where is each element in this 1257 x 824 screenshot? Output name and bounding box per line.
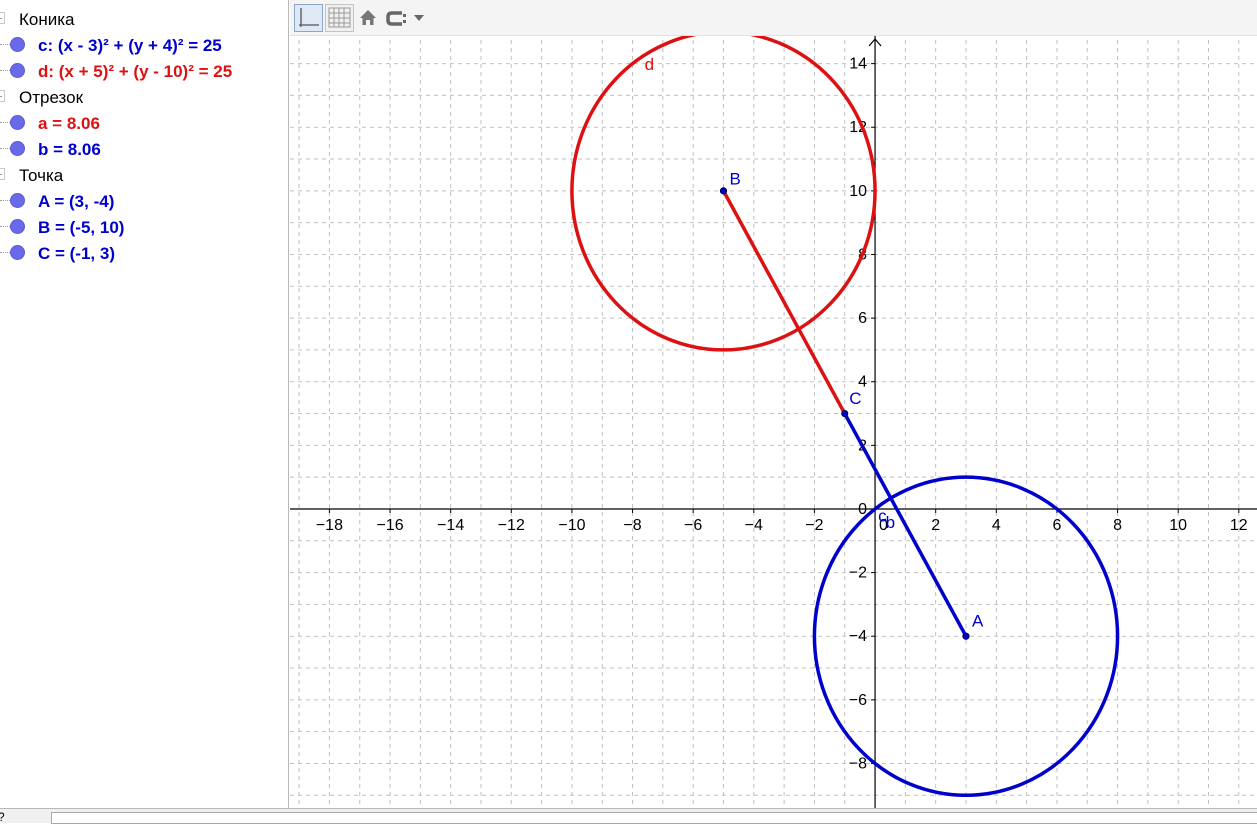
grid-toggle-button[interactable] <box>325 4 354 32</box>
x-tick-label: −2 <box>805 517 823 534</box>
algebra-item-text: A = (3, -4) <box>38 192 115 211</box>
algebra-item[interactable]: A = (3, -4) <box>0 188 285 214</box>
point-label-B: B <box>730 170 741 189</box>
y-tick-label: −8 <box>849 755 867 772</box>
x-tick-label: −8 <box>623 517 641 534</box>
algebra-group-label: Точка <box>19 166 64 185</box>
algebra-item[interactable]: C = (-1, 3) <box>0 240 285 266</box>
x-tick-label: −18 <box>316 517 343 534</box>
algebra-group-header[interactable]: Коника <box>0 6 285 32</box>
chevron-down-icon <box>414 15 424 21</box>
input-field[interactable] <box>51 812 1257 824</box>
y-tick-label: −2 <box>849 565 867 582</box>
tree-connector <box>0 226 10 227</box>
visibility-toggle-icon[interactable] <box>10 115 25 130</box>
algebra-group-label: Отрезок <box>19 88 84 107</box>
algebra-group-label: Коника <box>19 10 75 29</box>
point-C[interactable] <box>841 409 849 418</box>
x-tick-label: −16 <box>376 517 403 534</box>
tree-connector <box>0 122 10 123</box>
input-bar: ? <box>0 808 1257 824</box>
collapse-toggle-icon[interactable] <box>0 12 5 24</box>
visibility-toggle-icon[interactable] <box>10 193 25 208</box>
graphics-view[interactable]: −18 −16 −14 −12 −10 −8 −6 −4 −2 0 2 4 6 8 10 12 −8 −6 −4 −2… <box>290 0 1257 808</box>
visibility-toggle-icon[interactable] <box>10 141 25 156</box>
x-tick-label: −10 <box>558 517 585 534</box>
object-label: c <box>878 507 887 526</box>
algebra-item[interactable]: a = 8.06 <box>0 110 285 136</box>
y-tick-label: −6 <box>849 692 867 709</box>
collapse-toggle-icon[interactable] <box>0 90 5 102</box>
x-tick-label: −6 <box>684 517 702 534</box>
tree-connector <box>0 200 10 201</box>
x-tick-label: 6 <box>1052 517 1061 534</box>
style-bar <box>290 0 1257 36</box>
algebra-item[interactable]: B = (-5, 10) <box>0 214 285 240</box>
tree-connector <box>0 44 10 45</box>
point-B[interactable] <box>719 187 728 195</box>
algebra-item-text: b = 8.06 <box>38 140 101 159</box>
segment-label-b: b <box>886 513 895 532</box>
grid-toggle-icon <box>328 7 351 28</box>
x-tick-label: 2 <box>931 517 940 534</box>
point-label-C: C <box>849 389 861 408</box>
algebra-view: Коника c: (x - 3)² + (y + 4)² = 25 d: (x +… <box>0 0 289 808</box>
algebra-item-text: c: (x - 3)² + (y + 4)² = 25 <box>38 36 222 55</box>
x-tick-label: −12 <box>498 517 525 534</box>
visibility-toggle-icon[interactable] <box>10 63 25 78</box>
x-tick-label: −14 <box>437 517 464 534</box>
home-button[interactable] <box>356 4 380 32</box>
visibility-toggle-icon[interactable] <box>10 245 25 260</box>
axes-toggle-button[interactable] <box>294 4 323 32</box>
x-tick-label: 12 <box>1230 517 1248 534</box>
tree-connector <box>0 70 10 71</box>
collapse-toggle-icon[interactable] <box>0 168 5 180</box>
y-tick-label: 10 <box>849 183 867 200</box>
graphics-canvas[interactable]: −18 −16 −14 −12 −10 −8 −6 −4 −2 0 2 4 6 8 10 12−8−6−4−2… <box>290 0 1257 808</box>
y-tick-label: −4 <box>849 628 867 645</box>
x-tick-label: −4 <box>745 517 763 534</box>
point-label-A: A <box>972 612 984 631</box>
algebra-item[interactable]: c: (x - 3)² + (y + 4)² = 25 <box>0 32 285 58</box>
algebra-item-text: C = (-1, 3) <box>38 244 115 263</box>
algebra-group-header[interactable]: Отрезок <box>0 84 285 110</box>
line-style-button[interactable] <box>384 4 432 32</box>
algebra-group-header[interactable]: Точка <box>0 162 285 188</box>
x-tick-label: 4 <box>992 517 1001 534</box>
visibility-toggle-icon[interactable] <box>10 219 25 234</box>
algebra-item-text: B = (-5, 10) <box>38 218 125 237</box>
algebra-item[interactable]: b = 8.06 <box>0 136 285 162</box>
axes-toggle-icon <box>299 8 319 27</box>
tree-connector <box>0 252 10 253</box>
input-help-label[interactable]: ? <box>0 810 5 824</box>
algebra-item-text: d: (x + 5)² + (y - 10)² = 25 <box>38 62 233 81</box>
home-icon <box>360 10 376 25</box>
visibility-toggle-icon[interactable] <box>10 37 25 52</box>
algebra-item[interactable]: d: (x + 5)² + (y - 10)² = 25 <box>0 58 285 84</box>
y-tick-label: 6 <box>858 310 867 327</box>
circle-label-d: d <box>645 55 654 74</box>
tree-connector <box>0 148 10 149</box>
x-tick-label: 8 <box>1113 517 1122 534</box>
algebra-item-text: a = 8.06 <box>38 114 100 133</box>
point-A[interactable] <box>962 632 970 640</box>
line-style-icon <box>386 11 424 26</box>
x-tick-label: 10 <box>1169 517 1187 534</box>
y-tick-label: 14 <box>849 56 867 73</box>
